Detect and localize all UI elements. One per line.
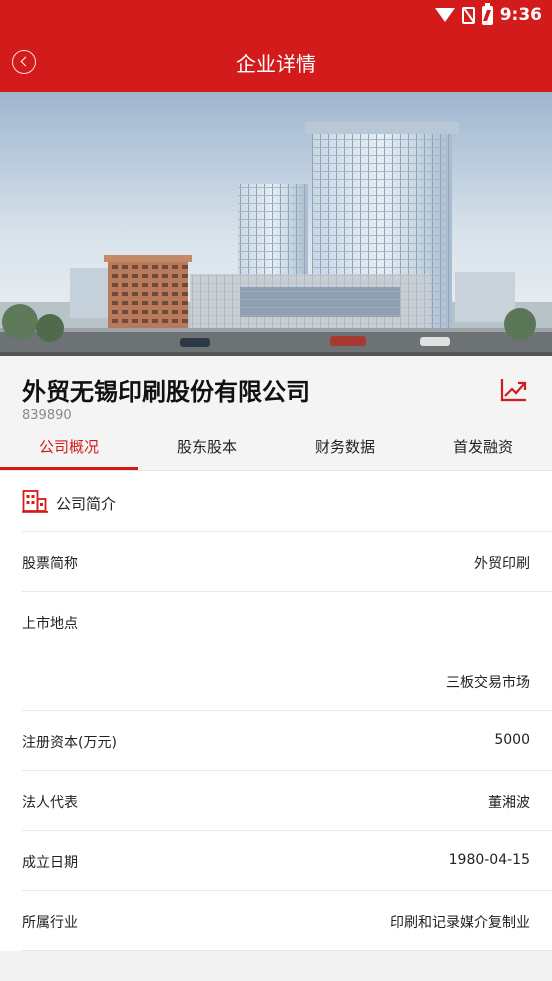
row-value-industry: 印刷和记录媒介复制业: [390, 915, 530, 931]
row-value-registered-capital: 5000: [494, 732, 530, 748]
divider: [22, 770, 552, 771]
row-value-listing-place: 三板交易市场: [446, 675, 530, 691]
divider: [22, 830, 552, 831]
building-icon: [22, 489, 48, 517]
company-building-image: [0, 92, 552, 356]
company-info-panel: 公司简介 股票简称 外贸印刷 上市地点 三板交易市场 注册资本(万元) 5000…: [0, 471, 552, 951]
no-sim-icon: [461, 6, 475, 24]
divider: [22, 591, 552, 592]
stock-code: 839890: [22, 408, 72, 423]
row-label-registered-capital: 注册资本(万元): [22, 735, 117, 751]
page-title: 企业详情: [236, 52, 316, 76]
battery-charging-icon: [481, 2, 493, 25]
section-header: 公司简介: [22, 489, 116, 517]
section-title: 公司简介: [56, 494, 117, 513]
row-value-legal-representative: 董湘波: [488, 795, 530, 811]
wifi-icon: [434, 8, 455, 22]
row-label-founded-date: 成立日期: [22, 855, 78, 871]
row-label-listing-place: 上市地点: [22, 616, 78, 632]
company-name: 外贸无锡印刷股份有限公司: [22, 378, 310, 406]
tab-bar: 公司概况 股东股本 财务数据 首发融资: [0, 428, 552, 470]
divider: [22, 950, 552, 951]
row-value-founded-date: 1980-04-15: [448, 852, 530, 868]
divider: [22, 531, 552, 532]
status-time: 9:36: [499, 5, 542, 25]
row-label-legal-representative: 法人代表: [22, 795, 78, 811]
row-label-industry: 所属行业: [22, 915, 78, 931]
status-icons: 9:36: [434, 2, 542, 25]
row-value-short-name: 外贸印刷: [474, 556, 530, 572]
row-label-short-name: 股票简称: [22, 556, 78, 572]
trend-chart-icon[interactable]: [500, 376, 528, 402]
tab-financial-data[interactable]: 财务数据: [276, 428, 414, 470]
tab-ipo-financing[interactable]: 首发融资: [414, 428, 552, 470]
tab-company-overview[interactable]: 公司概况: [0, 428, 138, 470]
divider: [22, 710, 552, 711]
app-bar: 企业详情: [0, 32, 552, 92]
status-bar: 9:36: [0, 0, 552, 32]
divider: [22, 890, 552, 891]
tab-shareholders[interactable]: 股东股本: [138, 428, 276, 470]
